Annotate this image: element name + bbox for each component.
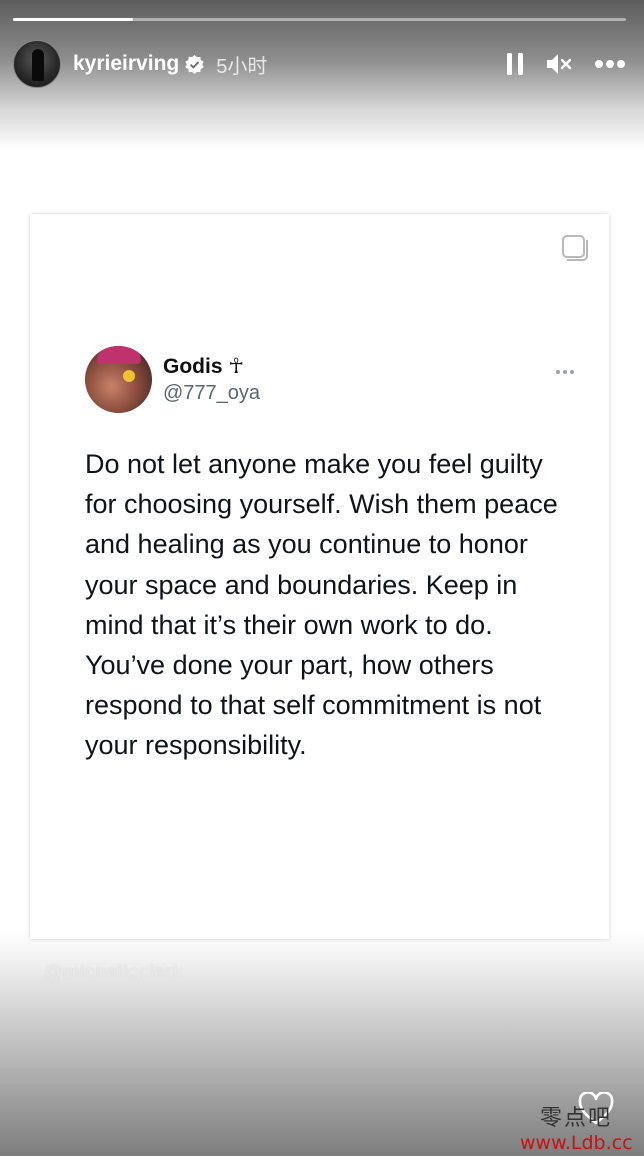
- pause-icon[interactable]: [506, 52, 524, 76]
- post-time: 5小时: [216, 55, 268, 78]
- tweet-text: Do not let anyone make you feel guilty f…: [85, 449, 558, 761]
- tweet-display-name: Godis ☥: [163, 354, 245, 378]
- story-header: kyrieirving 5小时: [13, 40, 626, 88]
- story-progress-bar: [13, 18, 626, 21]
- story-progress-fill: [13, 18, 133, 21]
- site-watermark-chinese: 零点吧: [540, 1106, 613, 1131]
- site-watermark: 零点吧 www.Ldb.cc: [520, 1100, 633, 1154]
- copy-icon[interactable]: [561, 234, 589, 262]
- verified-badge-icon: [185, 54, 204, 74]
- site-watermark-url: www.Ldb.cc: [520, 1132, 633, 1154]
- tweet-avatar: [85, 346, 152, 413]
- tweet-more-icon: [555, 362, 575, 374]
- avatar[interactable]: [13, 40, 61, 88]
- more-horizontal-icon[interactable]: [594, 59, 626, 69]
- tweet-handle: @777_oya: [163, 381, 261, 404]
- volume-muted-icon[interactable]: [546, 52, 572, 76]
- username[interactable]: kyrieirving: [73, 52, 179, 76]
- story-controls: [506, 52, 626, 76]
- tweet-author: Godis ☥ @777_oya: [85, 346, 260, 413]
- mention-sticker[interactable]: @michellcclark: [44, 962, 183, 984]
- tweet-card: Godis ☥ @777_oya Do not let anyone make …: [30, 214, 609, 939]
